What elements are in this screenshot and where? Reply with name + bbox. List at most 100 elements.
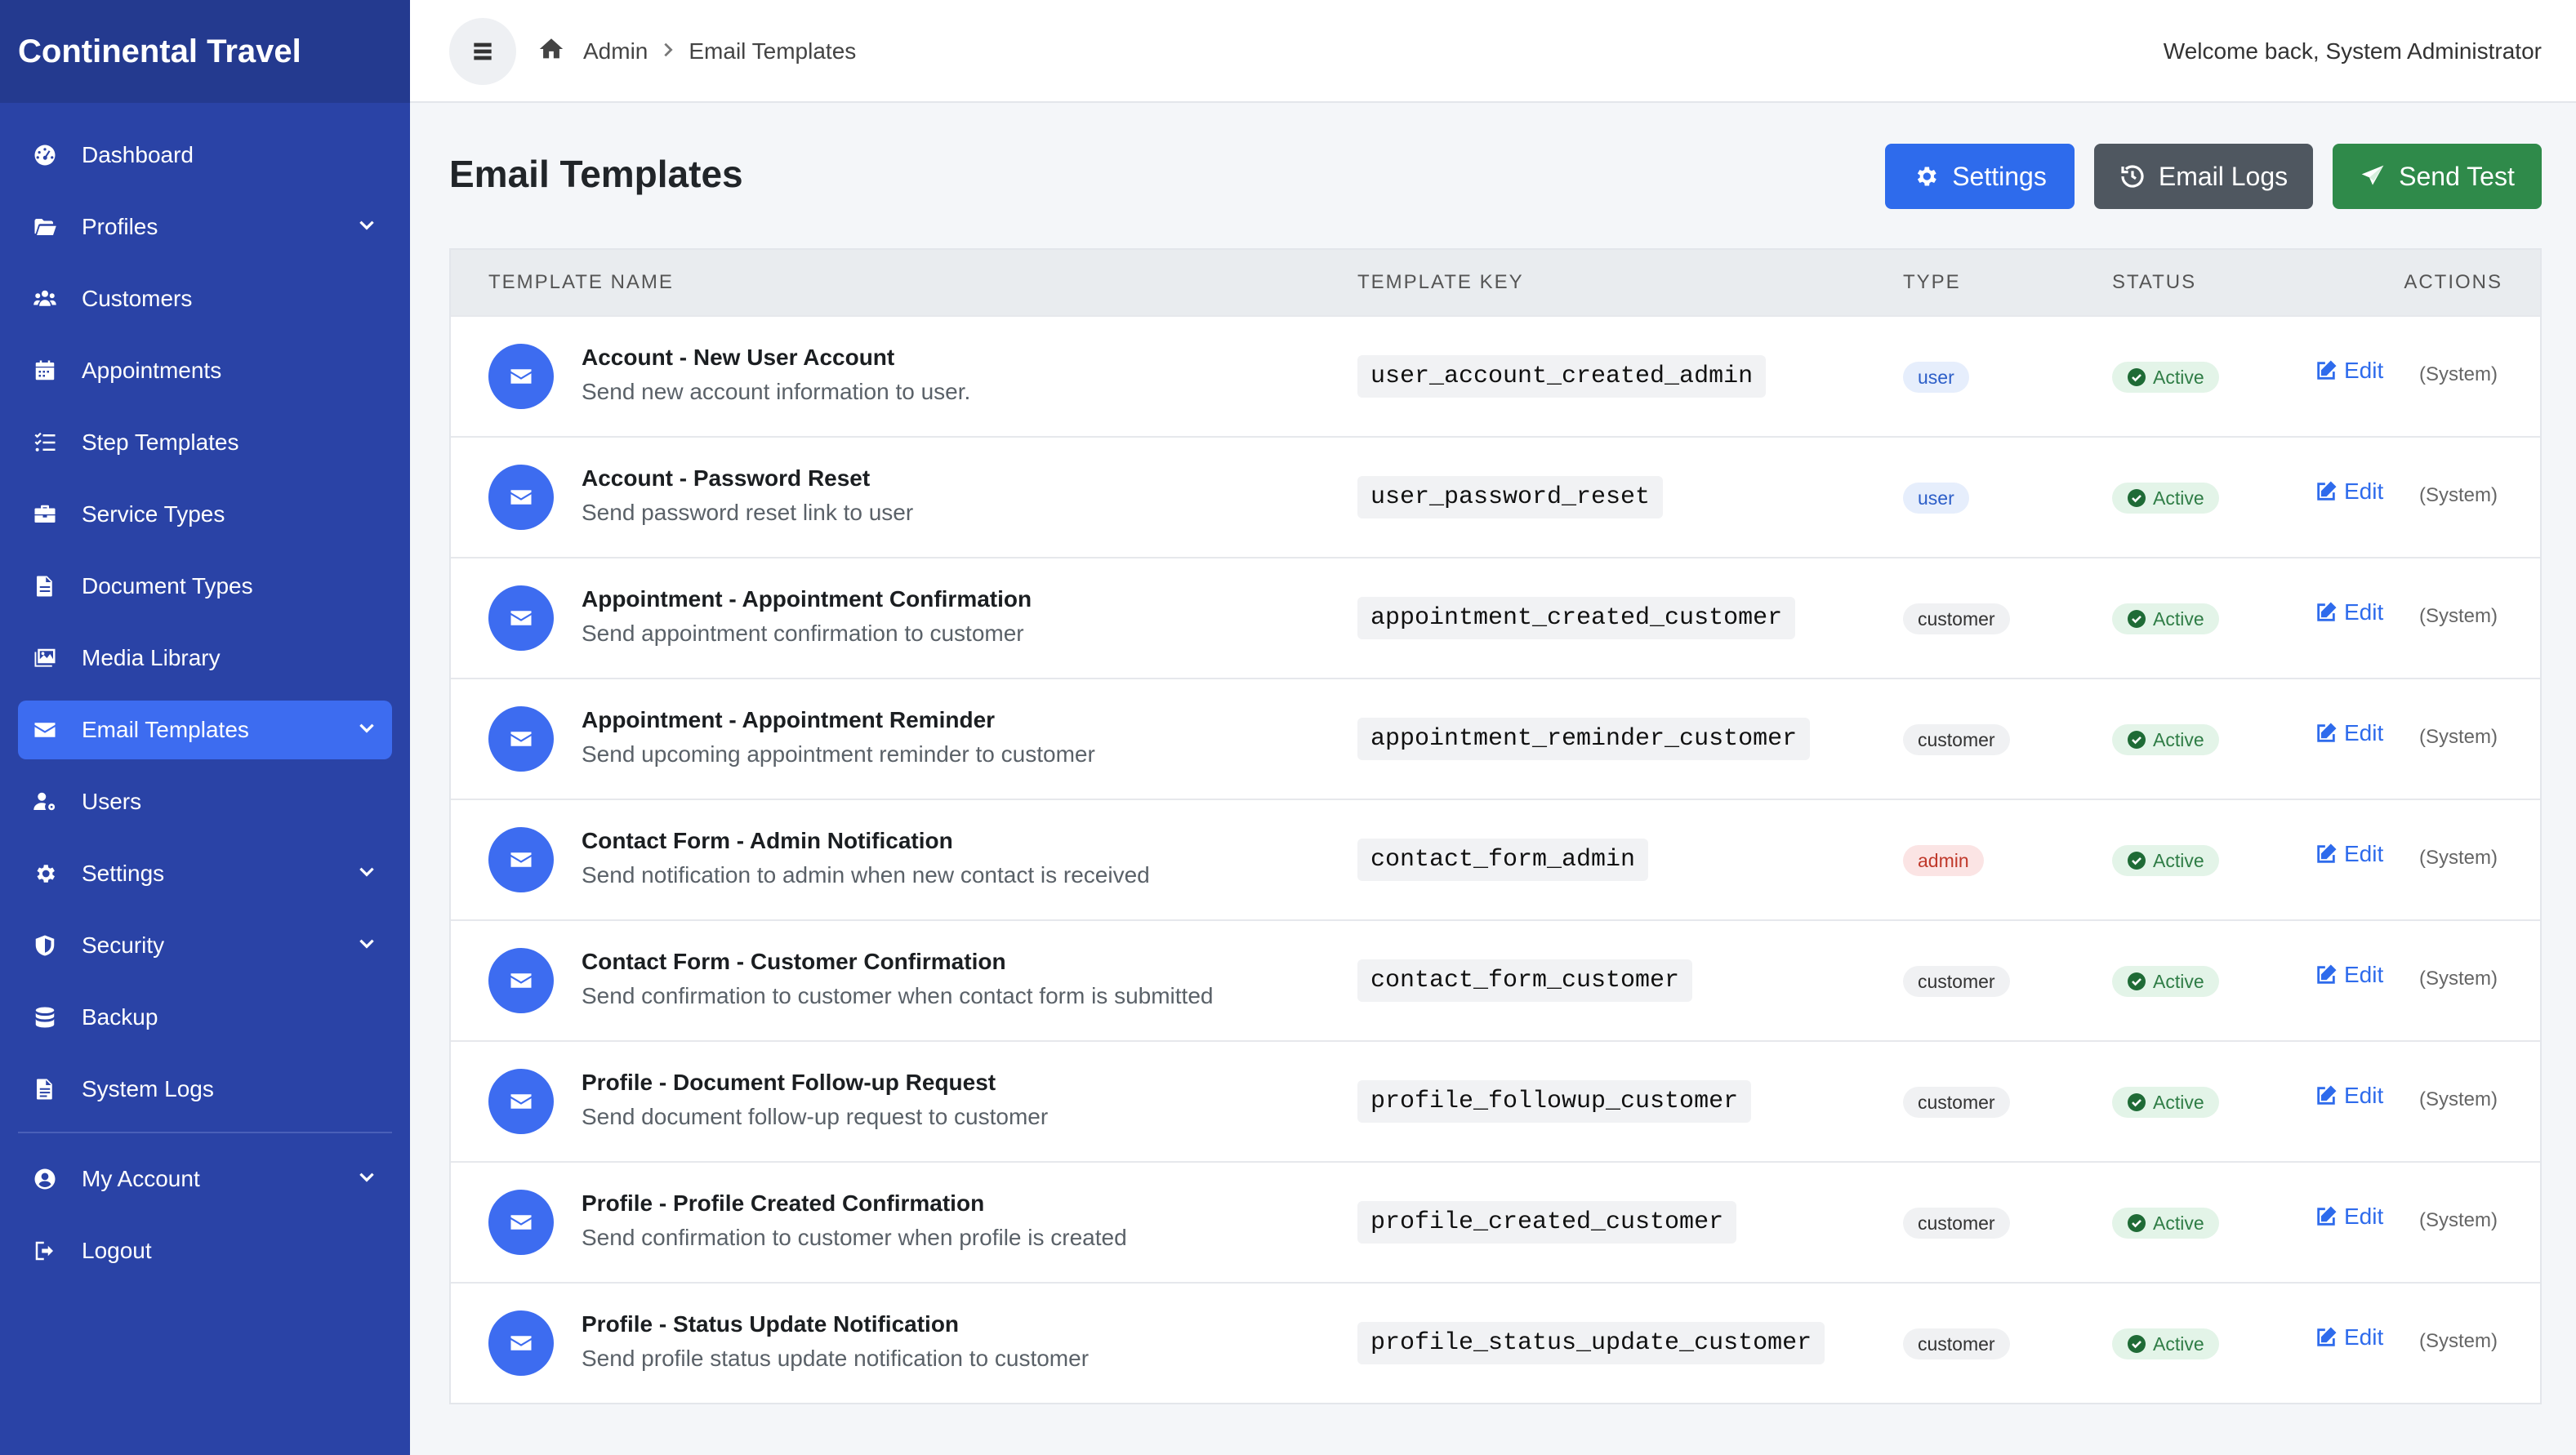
header-status[interactable]: STATUS [2112,250,2196,315]
table-row: Contact Form - Admin Notification Send no… [451,799,2540,919]
status-badge: Active [2112,966,2219,997]
template-description: Send notification to admin when new cont… [582,862,1150,888]
sidebar-item-email-templates[interactable]: Email Templates [18,701,392,759]
sidebar-item-settings[interactable]: Settings [18,844,392,903]
menu-toggle-button[interactable] [449,18,516,85]
sidebar-item-my-account[interactable]: My Account [18,1150,392,1208]
type-badge: customer [1903,1328,2010,1359]
email-logs-button[interactable]: Email Logs [2094,144,2313,209]
header-template-key[interactable]: TEMPLATE KEY [1357,250,1524,315]
settings-button[interactable]: Settings [1885,144,2075,209]
edit-link[interactable]: Edit [2315,841,2383,867]
table-row: Contact Form - Customer Confirmation Send… [451,919,2540,1040]
system-label: (System) [2419,1209,2498,1231]
envelope-icon [488,344,554,409]
edit-label: Edit [2344,1324,2384,1350]
sidebar-item-label: Appointments [82,358,222,383]
edit-label: Edit [2344,720,2384,745]
sidebar-item-label: Email Templates [82,717,249,742]
sidebar-item-step-templates[interactable]: Step Templates [18,413,392,472]
type-badge: user [1903,362,1969,393]
shield-icon [31,932,59,959]
sidebar-item-label: Service Types [82,501,225,527]
edit-label: Edit [2344,358,2384,383]
status-badge: Active [2112,603,2219,634]
table-row: Account - New User Account Send new accou… [451,315,2540,436]
template-name: Account - Password Reset [582,465,871,491]
sidebar-item-label: Profiles [82,214,158,239]
dashboard-icon [31,141,59,169]
folder-open-icon [31,213,59,241]
briefcase-icon [31,501,59,528]
envelope-icon [488,706,554,772]
sidebar-item-media-library[interactable]: Media Library [18,629,392,687]
sidebar-item-dashboard[interactable]: Dashboard [18,126,392,185]
check-circle-icon [2127,730,2146,750]
chevron-down-icon[interactable] [356,717,377,744]
sidebar-item-customers[interactable]: Customers [18,269,392,328]
file-icon [31,572,59,600]
status-label: Active [2153,728,2204,750]
chevron-down-icon[interactable] [356,932,377,959]
edit-link[interactable]: Edit [2315,358,2383,384]
system-label: (System) [2419,605,2498,627]
status-badge: Active [2112,1087,2219,1118]
edit-link[interactable]: Edit [2315,720,2383,746]
template-key: profile_followup_customer [1357,1080,1752,1123]
template-description: Send document follow-up request to custo… [582,1104,1049,1129]
paper-plane-icon [2361,165,2384,185]
user-gear-icon [31,788,59,816]
edit-icon [2315,963,2338,986]
logout-icon [31,1237,59,1265]
table-row: Profile - Document Follow-up Request Send… [451,1040,2540,1161]
edit-link[interactable]: Edit [2315,599,2383,625]
edit-link[interactable]: Edit [2315,478,2383,505]
envelope-icon [31,716,59,744]
type-badge: customer [1903,1087,2010,1118]
status-badge: Active [2112,1328,2219,1359]
sidebar-item-backup[interactable]: Backup [18,988,392,1047]
edit-link[interactable]: Edit [2315,1083,2383,1109]
sidebar-item-security[interactable]: Security [18,916,392,975]
header-template-name[interactable]: TEMPLATE NAME [488,250,674,315]
template-name: Account - New User Account [582,345,895,370]
sidebar-item-document-types[interactable]: Document Types [18,557,392,616]
chevron-down-icon[interactable] [356,1166,377,1193]
status-badge: Active [2112,724,2219,755]
edit-icon [2315,359,2338,382]
edit-link[interactable]: Edit [2315,962,2383,988]
status-label: Active [2153,1212,2204,1234]
template-name: Profile - Profile Created Confirmation [582,1190,985,1216]
status-label: Active [2153,1333,2204,1355]
page-title: Email Templates [449,153,743,195]
list-check-icon [31,429,59,456]
header-type[interactable]: TYPE [1903,250,1961,315]
chevron-down-icon[interactable] [356,861,377,888]
edit-link[interactable]: Edit [2315,1204,2383,1230]
system-label: (System) [2419,484,2498,506]
edit-label: Edit [2344,478,2384,504]
template-name: Appointment - Appointment Confirmation [582,586,1032,612]
breadcrumb-admin[interactable]: Admin [583,38,648,65]
send-test-button[interactable]: Send Test [2333,144,2542,209]
sidebar-item-appointments[interactable]: Appointments [18,341,392,400]
chevron-down-icon[interactable] [356,214,377,241]
sidebar-item-users[interactable]: Users [18,772,392,831]
system-label: (System) [2419,968,2498,990]
sidebar-item-label: Backup [82,1004,158,1030]
template-name: Profile - Document Follow-up Request [582,1070,996,1095]
template-key: contact_form_customer [1357,959,1693,1002]
template-description: Send new account information to user. [582,379,971,404]
sidebar-item-logout[interactable]: Logout [18,1221,392,1280]
sidebar-item-profiles[interactable]: Profiles [18,198,392,256]
history-icon [2121,165,2144,188]
sidebar-item-service-types[interactable]: Service Types [18,485,392,544]
status-label: Active [2153,607,2204,630]
envelope-icon [488,1310,554,1376]
template-key: user_password_reset [1357,476,1664,518]
home-icon[interactable] [537,35,565,69]
sidebar-item-system-logs[interactable]: System Logs [18,1060,392,1119]
envelope-icon [488,585,554,651]
edit-link[interactable]: Edit [2315,1324,2383,1350]
app-title[interactable]: Continental Travel [0,0,410,103]
